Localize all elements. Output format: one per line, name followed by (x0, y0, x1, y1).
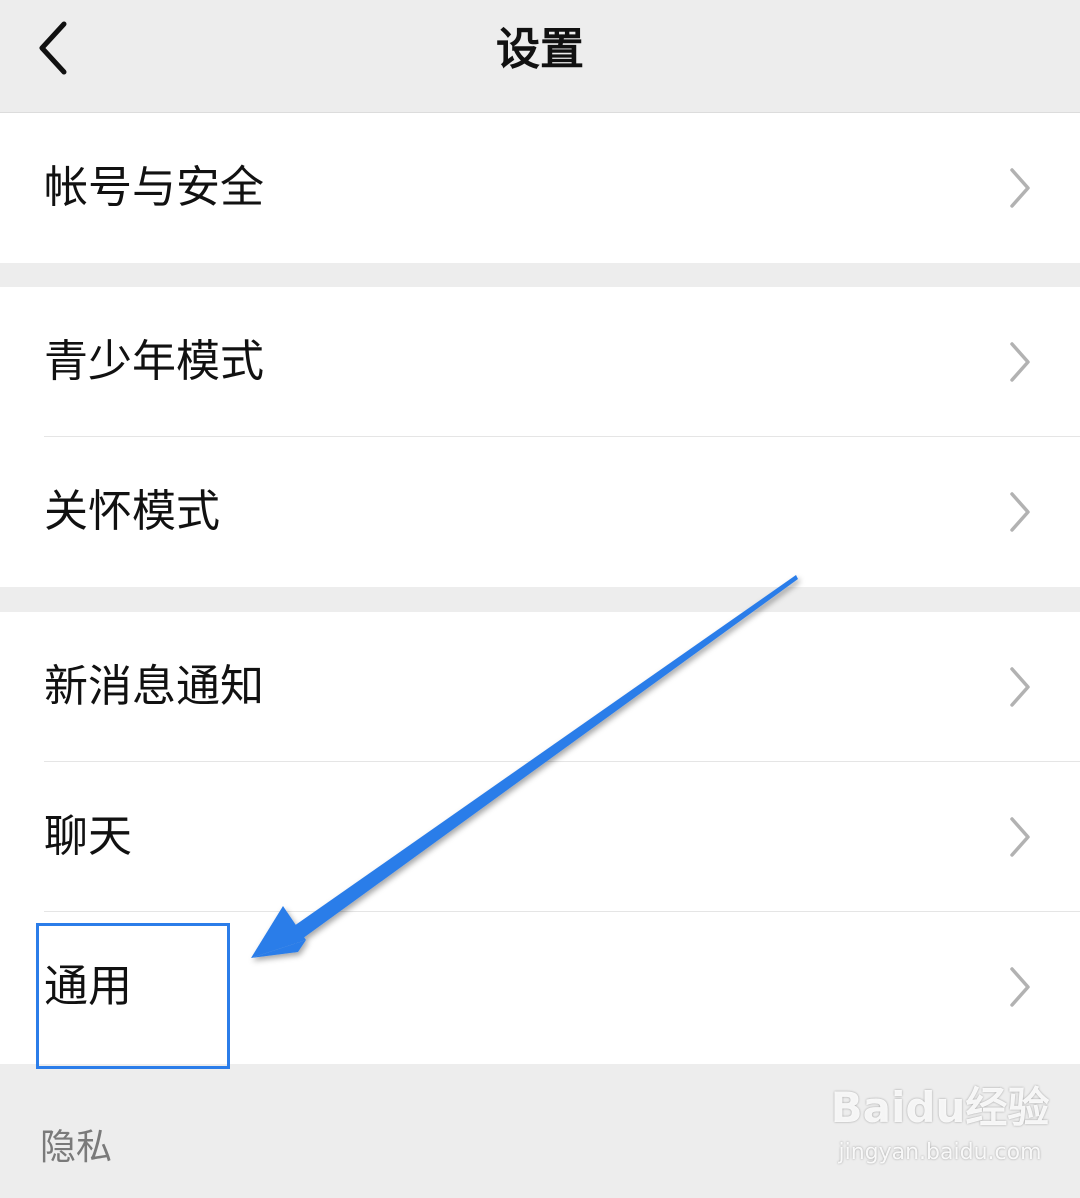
settings-row-chat[interactable]: 聊天 (0, 762, 1080, 912)
row-label: 青少年模式 (44, 336, 264, 387)
nav-bar: 设置 (0, 0, 1080, 113)
section-label-privacy: 隐私 (40, 1127, 113, 1168)
chevron-right-icon (1010, 817, 1030, 857)
row-label: 关怀模式 (44, 486, 220, 537)
row-label: 通用 (44, 961, 132, 1012)
settings-group-modes: 青少年模式 关怀模式 (0, 287, 1080, 587)
settings-row-notifications[interactable]: 新消息通知 (0, 612, 1080, 762)
row-label: 聊天 (44, 811, 132, 862)
settings-group-general: 新消息通知 聊天 通用 (0, 612, 1080, 1064)
watermark: Baidu经验 jingyan.baidu.com (830, 1078, 1050, 1188)
chevron-right-icon (1010, 168, 1030, 208)
chevron-right-icon (1010, 492, 1030, 532)
settings-row-account-security[interactable]: 帐号与安全 (0, 113, 1080, 263)
settings-group-account: 帐号与安全 (0, 113, 1080, 263)
chevron-right-icon (1010, 667, 1030, 707)
watermark-sub: jingyan.baidu.com (838, 1140, 1042, 1165)
settings-row-youth-mode[interactable]: 青少年模式 (0, 287, 1080, 437)
chevron-right-icon (1010, 967, 1030, 1007)
row-label: 帐号与安全 (44, 162, 264, 213)
settings-row-general[interactable]: 通用 (0, 912, 1080, 1062)
watermark-main: Baidu经验 (830, 1083, 1050, 1132)
settings-row-care-mode[interactable]: 关怀模式 (0, 437, 1080, 587)
row-label: 新消息通知 (44, 661, 264, 712)
page-title: 设置 (496, 24, 584, 75)
chevron-right-icon (1010, 342, 1030, 382)
